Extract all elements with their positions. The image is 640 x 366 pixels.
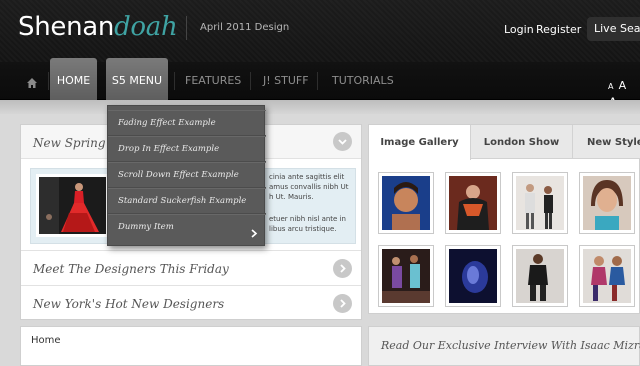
gallery-thumbnail[interactable] <box>579 245 635 307</box>
logo-text-part1: Shenan <box>18 12 115 42</box>
gallery-thumbnail[interactable] <box>512 172 568 234</box>
font-size-small[interactable]: A <box>608 82 613 91</box>
feature-text-line: amus convallis nibh Ut <box>269 183 349 191</box>
accordion-row-3[interactable]: New York's Hot New Designers <box>21 286 361 320</box>
site-logo[interactable]: Shenandoah <box>18 12 178 42</box>
gallery-thumbnail[interactable] <box>378 245 434 307</box>
gallery-thumbnail[interactable] <box>579 172 635 234</box>
chevron-right-icon[interactable] <box>333 259 352 278</box>
fashion-photo <box>36 174 109 237</box>
nav-divider <box>174 72 175 90</box>
chevron-down-icon[interactable] <box>333 132 352 151</box>
dropdown-item-label: Standard Suckerfish Example <box>118 196 247 206</box>
gallery-thumbnail[interactable] <box>445 172 501 234</box>
site-header: Shenandoah April 2011 Design Login Regis… <box>0 0 640 62</box>
dropdown-item-scroll-down[interactable]: Scroll Down Effect Example <box>108 162 266 188</box>
interview-banner[interactable]: Read Our Exclusive Interview With Isaac … <box>368 326 640 366</box>
nav-s5-menu[interactable]: S5 MENU <box>106 58 168 100</box>
breadcrumb-home[interactable]: Home <box>31 335 61 346</box>
logo-text-part2: doah <box>114 12 178 42</box>
site-tagline: April 2011 Design <box>200 22 290 33</box>
accordion-title: Meet The Designers This Friday <box>33 262 229 276</box>
nav-divider <box>317 72 318 90</box>
dropdown-item-label: Fading Effect Example <box>118 118 216 128</box>
dropdown-item-drop-in[interactable]: Drop In Effect Example <box>108 136 266 162</box>
font-size-medium[interactable]: A <box>619 79 627 92</box>
interview-title: Read Our Exclusive Interview With Isaac … <box>381 339 640 352</box>
s5-menu-dropdown: Fading Effect Example Drop In Effect Exa… <box>107 105 266 246</box>
chevron-right-icon[interactable] <box>333 294 352 313</box>
dropdown-item-fading[interactable]: Fading Effect Example <box>108 110 266 136</box>
nav-features[interactable]: FEATURES <box>185 62 241 100</box>
feature-text-line: libus arcu tristique. <box>269 225 337 233</box>
accordion-title: New Spring B <box>33 136 119 150</box>
dropdown-item-dummy[interactable]: Dummy Item <box>108 214 266 240</box>
feature-text-line: cinia ante sagittis elit <box>269 173 345 181</box>
dropdown-item-label: Drop In Effect Example <box>118 144 220 154</box>
tagline-divider <box>186 16 187 40</box>
tab-image-gallery[interactable]: Image Gallery <box>369 125 471 160</box>
nav-tutorials[interactable]: TUTORIALS <box>332 62 394 100</box>
chevron-right-icon <box>251 223 258 242</box>
live-search-input[interactable]: Live Search <box>587 17 640 41</box>
breadcrumb: Home <box>20 326 362 366</box>
tab-new-styles[interactable]: New Styles <box>573 125 640 159</box>
gallery-thumbnail[interactable] <box>445 245 501 307</box>
accordion-title: New York's Hot New Designers <box>33 297 225 311</box>
tab-london-show[interactable]: London Show <box>471 125 573 159</box>
accordion-row-2[interactable]: Meet The Designers This Friday <box>21 250 361 286</box>
nav-divider <box>250 72 251 90</box>
feature-text-line: h Ut. Mauris. <box>269 193 314 201</box>
gallery-panel: Image Gallery London Show New Styles <box>368 124 640 314</box>
login-link[interactable]: Login <box>504 23 534 36</box>
feature-text-line: etuer nibh nisl ante in <box>269 215 346 223</box>
dropdown-item-label: Dummy Item <box>118 222 174 232</box>
nav-divider <box>48 72 49 90</box>
home-icon[interactable] <box>26 74 38 88</box>
dropdown-item-suckerfish[interactable]: Standard Suckerfish Example <box>108 188 266 214</box>
subheader-bar <box>0 100 640 114</box>
main-nav: HOME S5 MENU FEATURES J! STUFF TUTORIALS <box>0 58 640 100</box>
gallery-thumbnail[interactable] <box>512 245 568 307</box>
register-link[interactable]: Register <box>536 23 581 36</box>
nav-j-stuff[interactable]: J! STUFF <box>263 62 309 100</box>
dropdown-item-label: Scroll Down Effect Example <box>118 170 239 180</box>
gallery-thumbnail[interactable] <box>378 172 434 234</box>
nav-home[interactable]: HOME <box>50 58 97 100</box>
gallery-tabs: Image Gallery London Show New Styles <box>369 125 640 160</box>
